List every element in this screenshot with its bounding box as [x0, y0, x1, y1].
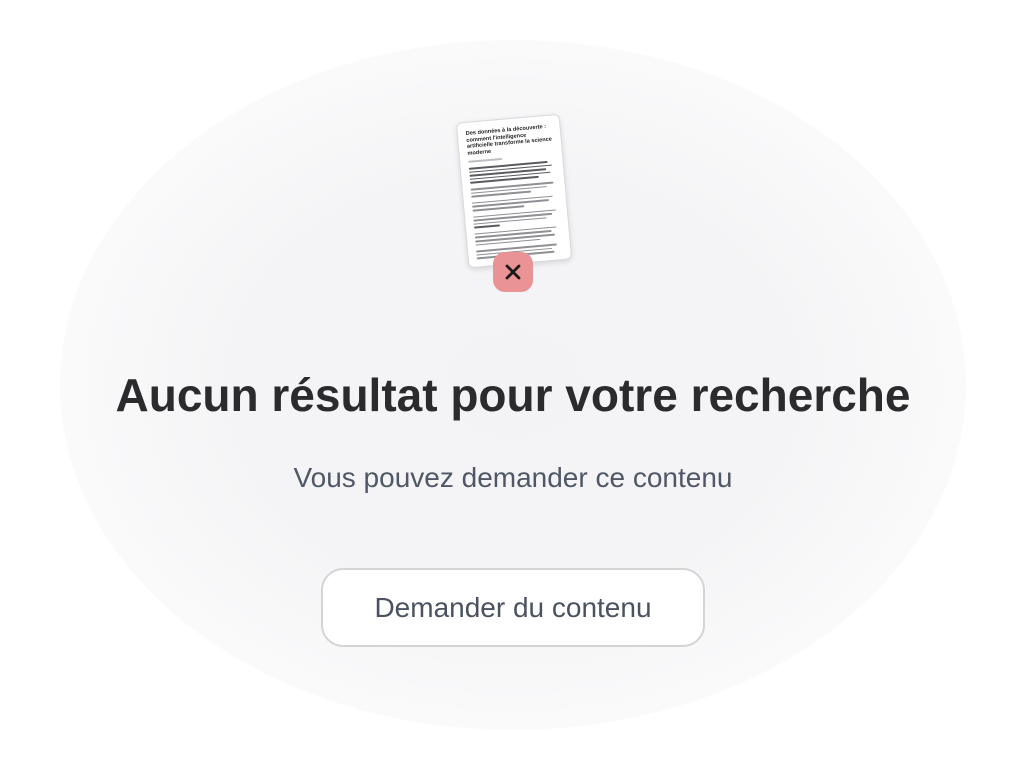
empty-state-screen: Des données à la découverte : comment l'… — [0, 0, 1026, 760]
request-content-button[interactable]: Demander du contenu — [321, 568, 705, 647]
close-glyph — [505, 264, 521, 280]
close-icon[interactable] — [493, 252, 533, 292]
document-icon: Des données à la découverte : comment l'… — [455, 113, 573, 269]
empty-state-subtitle: Vous pouvez demander ce contenu — [293, 462, 733, 493]
request-content-button-label: Demander du contenu — [374, 591, 652, 623]
document-title: Des données à la découverte : comment l'… — [465, 123, 553, 157]
empty-state-title: Aucun résultat pour votre recherche — [115, 369, 911, 421]
